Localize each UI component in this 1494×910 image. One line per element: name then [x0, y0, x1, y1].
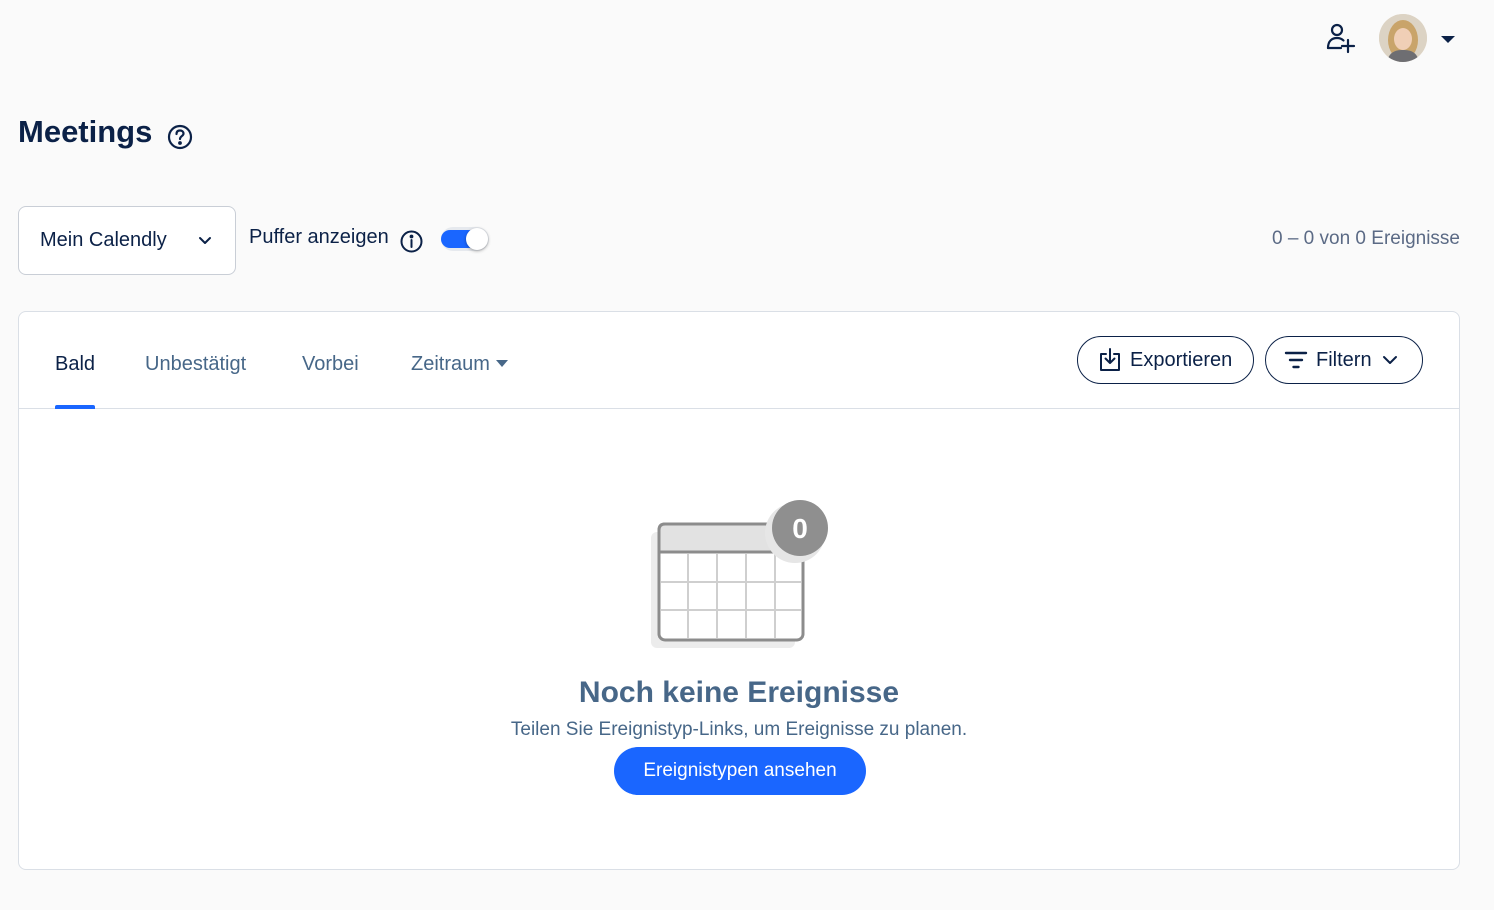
empty-title: Noch keine Ereignisse: [578, 676, 900, 709]
export-button[interactable]: Exportieren: [1077, 336, 1254, 384]
tab-label: Zeitraum: [411, 353, 490, 375]
chevron-down-icon: [1382, 356, 1397, 364]
calendar-select[interactable]: Mein Calendly: [18, 206, 236, 275]
caret-down-icon: [495, 360, 508, 367]
page-title: Meetings: [18, 114, 153, 149]
filter-button[interactable]: Filtern: [1265, 336, 1423, 384]
event-count: 0 – 0 von 0 Ereignisse: [1271, 228, 1460, 249]
tab-bar: Bald Unbestätigt Vorbei Zeitraum Exporti…: [19, 312, 1459, 409]
tab-label: Vorbei: [302, 353, 359, 375]
calendar-select-value: Mein Calendly: [40, 229, 167, 251]
toggle-knob: [466, 228, 488, 250]
tab-zeitraum[interactable]: Zeitraum: [411, 353, 508, 409]
tab-bald[interactable]: Bald: [55, 353, 96, 409]
buffer-toggle[interactable]: [441, 227, 489, 251]
empty-subtitle: Teilen Sie Ereignistyp-Links, um Ereigni…: [510, 719, 968, 740]
help-icon[interactable]: [166, 123, 194, 151]
tab-unbestaetigt[interactable]: Unbestätigt: [145, 353, 246, 409]
avatar[interactable]: [1379, 14, 1427, 62]
calendar-empty-icon: 0: [649, 498, 831, 650]
filter-label: Filtern: [1316, 348, 1372, 371]
meetings-card: Bald Unbestätigt Vorbei Zeitraum Exporti…: [18, 311, 1460, 870]
buffer-label: Puffer anzeigen: [249, 226, 389, 248]
tab-label: Unbestätigt: [145, 353, 247, 375]
filter-icon: [1284, 351, 1308, 369]
info-icon[interactable]: [399, 229, 424, 254]
view-event-types-button[interactable]: Ereignistypen ansehen: [614, 747, 866, 795]
download-icon: [1100, 348, 1120, 371]
tab-label: Bald: [55, 353, 96, 375]
chevron-down-icon: [197, 234, 213, 248]
caret-down-icon[interactable]: [1437, 30, 1459, 48]
add-user-icon[interactable]: [1324, 22, 1356, 56]
top-bar: [0, 0, 1494, 80]
badge-count: 0: [792, 513, 808, 544]
export-label: Exportieren: [1130, 348, 1233, 371]
tab-vorbei[interactable]: Vorbei: [302, 353, 359, 409]
